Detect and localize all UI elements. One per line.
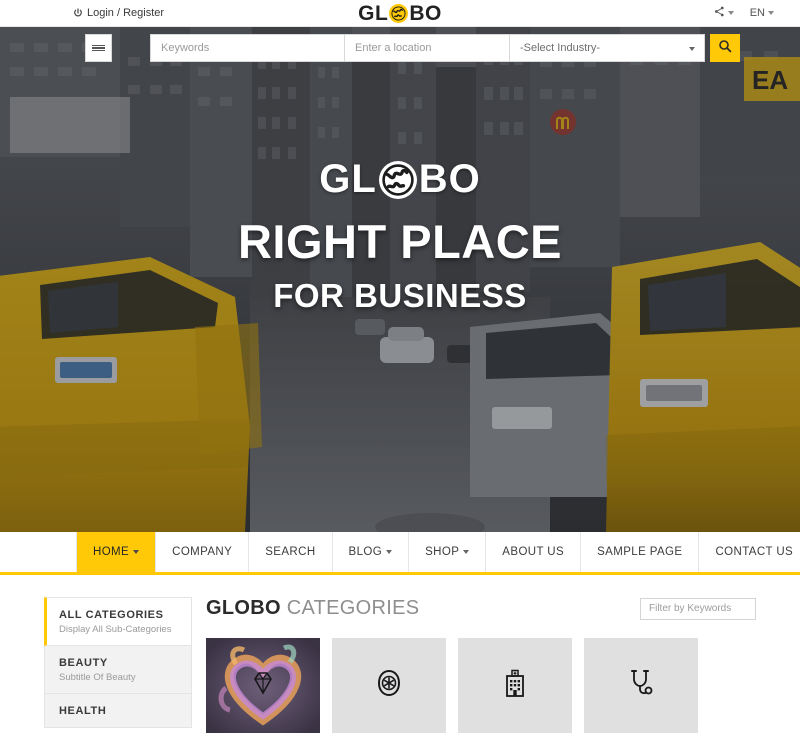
sidebar-item-subtitle: Subtitle Of Beauty bbox=[59, 672, 136, 683]
chevron-down-icon bbox=[386, 550, 393, 554]
site-logo[interactable]: GL BO bbox=[0, 0, 800, 27]
search-location-input[interactable]: Enter a location bbox=[345, 34, 510, 62]
hero-subheadline: FOR BUSINESS bbox=[273, 277, 527, 314]
nav-item-company[interactable]: COMPANY bbox=[156, 532, 250, 572]
search-keywords-input[interactable]: Keywords bbox=[150, 34, 345, 62]
category-sidebar: ALL CATEGORIES Display All Sub-Categorie… bbox=[44, 597, 192, 733]
nav-item-search[interactable]: SEARCH bbox=[249, 532, 333, 572]
nav-item-sample-page[interactable]: SAMPLE PAGE bbox=[581, 532, 700, 572]
category-card-beauty[interactable] bbox=[206, 638, 320, 733]
nav-item-label: SAMPLE PAGE bbox=[597, 546, 683, 558]
nav-item-home[interactable]: HOME bbox=[77, 532, 157, 572]
stethoscope-icon bbox=[628, 669, 654, 702]
page-body: ALL CATEGORIES Display All Sub-Categorie… bbox=[0, 575, 800, 733]
nav-item-label: ABOUT US bbox=[502, 546, 565, 558]
hero-search-bar: Keywords Enter a location -Select Indust… bbox=[85, 34, 740, 62]
hero-content: GL BO RIGHT PLACE FOR BUSINESS bbox=[0, 157, 800, 315]
hero-headline: RIGHT PLACE bbox=[237, 215, 563, 268]
hero-logo-left: GL bbox=[319, 157, 377, 201]
nav-item-label: HOME bbox=[93, 546, 130, 558]
search-icon bbox=[718, 39, 732, 58]
diamond-icon bbox=[249, 669, 277, 702]
nav-item-label: CONTACT US bbox=[715, 546, 794, 558]
categories-section: ALL CATEGORIES Display All Sub-Categorie… bbox=[44, 597, 756, 733]
category-card-grid bbox=[206, 638, 756, 733]
nav-item-shop[interactable]: SHOP bbox=[409, 532, 487, 572]
category-card-badge[interactable] bbox=[332, 638, 446, 733]
categories-content: GLOBO CATEGORIES Filter by Keywords bbox=[206, 597, 756, 733]
hamburger-icon[interactable] bbox=[85, 34, 112, 62]
search-submit-button[interactable] bbox=[710, 34, 740, 62]
sidebar-item-title: ALL CATEGORIES bbox=[59, 609, 164, 621]
search-industry-value: -Select Industry- bbox=[520, 42, 601, 54]
sidebar-item-title: HEALTH bbox=[59, 705, 107, 717]
nav-list: HOME COMPANY SEARCH BLOG SHOP ABOUT US S… bbox=[76, 532, 793, 572]
categories-header: GLOBO CATEGORIES Filter by Keywords bbox=[206, 597, 756, 620]
top-bar: Login / Register GL BO EN bbox=[0, 0, 800, 27]
section-title: GLOBO CATEGORIES bbox=[206, 597, 419, 620]
hero-banner: EA Keywords Enter a location -Select Ind… bbox=[0, 27, 800, 532]
category-card-hospital[interactable] bbox=[458, 638, 572, 733]
nav-item-blog[interactable]: BLOG bbox=[333, 532, 410, 572]
section-title-light: CATEGORIES bbox=[286, 597, 420, 619]
logo-text-right: BO bbox=[409, 1, 442, 25]
globe-icon bbox=[389, 4, 409, 23]
sidebar-item-beauty[interactable]: BEAUTY Subtitle Of Beauty bbox=[44, 646, 192, 694]
logo-text-left: GL bbox=[358, 1, 389, 25]
section-title-bold: GLOBO bbox=[206, 597, 281, 619]
sidebar-item-subtitle: Display All Sub-Categories bbox=[59, 624, 172, 635]
nav-item-label: BLOG bbox=[348, 546, 383, 558]
hero-logo-right: BO bbox=[418, 157, 481, 201]
category-card-stethoscope[interactable] bbox=[584, 638, 698, 733]
nav-item-contact-us[interactable]: CONTACT US bbox=[699, 532, 800, 572]
sidebar-item-title: BEAUTY bbox=[59, 657, 108, 669]
shield-badge-icon bbox=[375, 669, 403, 702]
hero-logo: GL BO bbox=[0, 157, 800, 202]
chevron-down-icon bbox=[689, 47, 695, 51]
search-industry-select[interactable]: -Select Industry- bbox=[510, 34, 705, 62]
nav-item-label: SHOP bbox=[425, 546, 460, 558]
sidebar-item-all-categories[interactable]: ALL CATEGORIES Display All Sub-Categorie… bbox=[44, 597, 192, 646]
nav-item-label: COMPANY bbox=[172, 546, 233, 558]
sidebar-item-health[interactable]: HEALTH bbox=[44, 694, 192, 728]
chevron-down-icon bbox=[133, 550, 140, 554]
nav-item-label: SEARCH bbox=[265, 546, 316, 558]
main-navigation: HOME COMPANY SEARCH BLOG SHOP ABOUT US S… bbox=[0, 532, 800, 575]
hospital-icon bbox=[502, 669, 528, 702]
filter-keywords-input[interactable]: Filter by Keywords bbox=[640, 597, 756, 620]
globe-icon bbox=[378, 160, 417, 199]
nav-item-about-us[interactable]: ABOUT US bbox=[486, 532, 582, 572]
chevron-down-icon bbox=[463, 550, 470, 554]
